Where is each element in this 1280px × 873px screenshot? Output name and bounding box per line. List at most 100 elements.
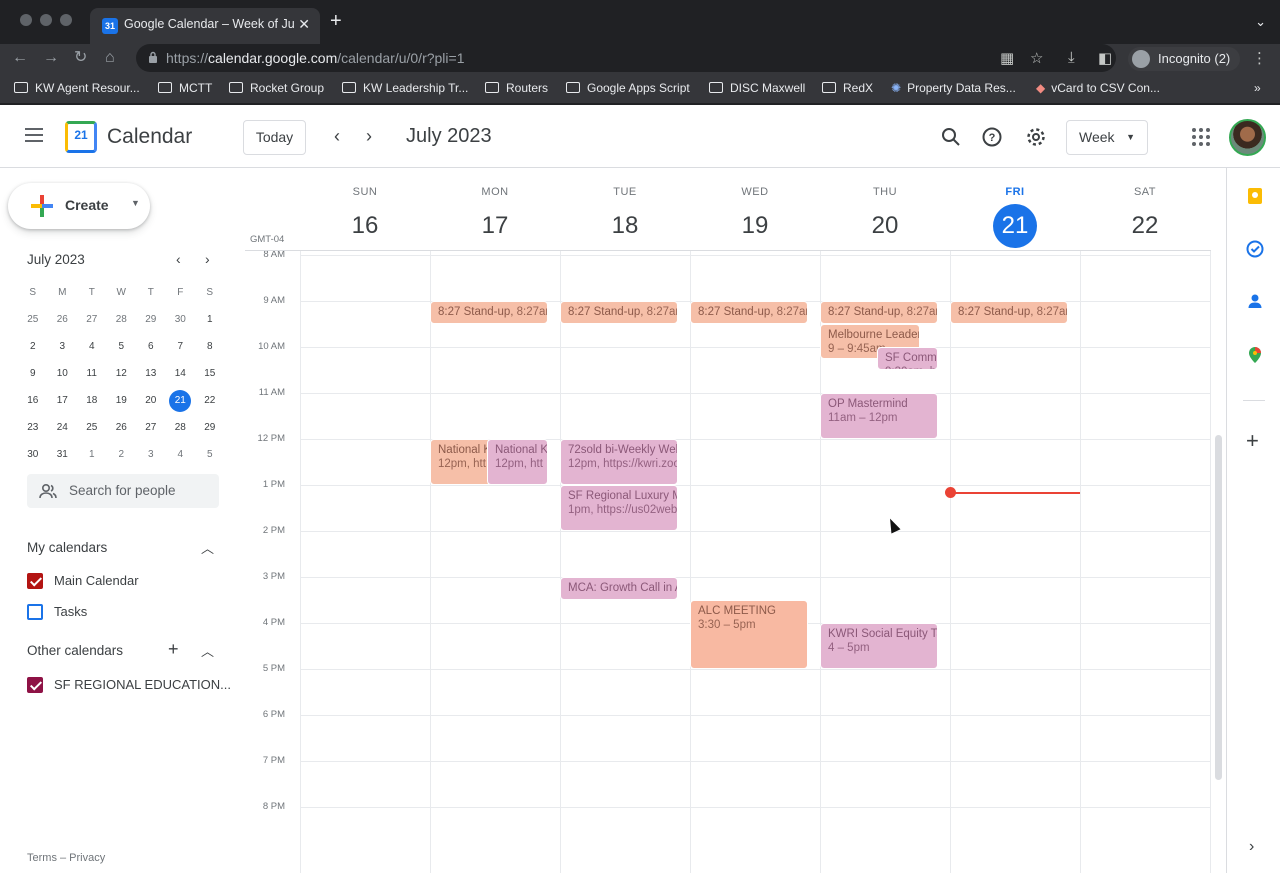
help-icon[interactable]: ? — [981, 126, 1003, 148]
mini-day-cell[interactable]: 1 — [195, 306, 225, 333]
checkbox-main-calendar[interactable] — [27, 573, 43, 589]
mini-day-cell[interactable]: 4 — [166, 441, 196, 468]
mini-day-cell[interactable]: 24 — [48, 414, 78, 441]
mini-day-cell[interactable]: 30 — [166, 306, 196, 333]
calendar-event[interactable]: SF Comm... 9:30am, h... — [877, 347, 938, 370]
mini-day-cell[interactable]: 4 — [77, 333, 107, 360]
search-icon[interactable] — [940, 126, 962, 148]
incognito-badge[interactable]: Incognito (2) — [1128, 47, 1241, 71]
side-panel-icon[interactable]: ◧ — [1098, 49, 1112, 67]
view-switcher-button[interactable]: Week ▼ — [1066, 120, 1148, 155]
day-number[interactable]: 22 — [1080, 204, 1210, 248]
get-addons-plus-icon[interactable]: + — [1246, 430, 1259, 452]
week-grid[interactable]: 7 AM8 AM9 AM10 AM11 AM12 PM1 PM2 PM3 PM4… — [245, 250, 1211, 873]
checkbox-sf-regional[interactable] — [27, 677, 43, 693]
mini-day-cell[interactable]: 25 — [18, 306, 48, 333]
main-menu-icon[interactable] — [25, 128, 43, 142]
calendar-event[interactable]: ALC MEETING 3:30 – 5pm — [690, 600, 808, 669]
bookmark-item[interactable]: KW Agent Resour... — [14, 81, 140, 95]
day-number[interactable]: 16 — [300, 204, 430, 248]
day-header-sun[interactable]: SUN 16 — [300, 175, 430, 248]
collapse-chevron-icon[interactable]: ︿ — [201, 538, 214, 557]
mini-day-cell[interactable]: 7 — [166, 333, 196, 360]
mini-day-cell[interactable]: 17 — [48, 387, 78, 414]
mini-day-cell[interactable]: 2 — [18, 333, 48, 360]
day-header-sat[interactable]: SAT 22 — [1080, 175, 1210, 248]
day-number[interactable]: 18 — [560, 204, 690, 248]
mini-day-cell[interactable]: 29 — [136, 306, 166, 333]
mini-day-cell[interactable]: 26 — [107, 414, 137, 441]
mini-day-cell[interactable]: 3 — [48, 333, 78, 360]
settings-gear-icon[interactable] — [1025, 126, 1047, 148]
account-avatar[interactable] — [1229, 119, 1266, 156]
calendar-event[interactable]: 8:27 Stand-up, 8:27am — [820, 301, 938, 324]
browser-menu-icon[interactable]: ⋮ — [1252, 49, 1267, 67]
mini-day-cell[interactable]: 5 — [107, 333, 137, 360]
maps-pin-icon[interactable] — [1246, 346, 1264, 364]
mini-day-cell[interactable]: 21 — [166, 387, 196, 414]
collapse-chevron-icon[interactable]: ︿ — [201, 641, 214, 660]
day-number[interactable]: 21 — [950, 204, 1080, 248]
calendar-event[interactable]: SF Regional Luxury Meeting 1pm, https://u… — [560, 485, 678, 531]
bookmark-item[interactable]: ✺ Property Data Res... — [891, 81, 1016, 95]
other-calendars-heading[interactable]: Other calendars — [27, 643, 123, 658]
mini-day-cell[interactable]: 16 — [18, 387, 48, 414]
next-week-icon[interactable]: › — [366, 125, 372, 147]
day-number[interactable]: 19 — [690, 204, 820, 248]
mini-day-cell[interactable]: 11 — [77, 360, 107, 387]
calendar-logo-icon[interactable]: 21 — [65, 121, 97, 153]
tasks-icon[interactable] — [1246, 240, 1264, 258]
calendar-event[interactable]: MCA: Growth Call in A — [560, 577, 678, 600]
mini-day-cell[interactable]: 3 — [136, 441, 166, 468]
bookmarks-more-icon[interactable]: » — [1254, 81, 1261, 95]
calendar-event[interactable]: 8:27 Stand-up, 8:27am — [950, 301, 1068, 324]
mini-day-cell[interactable]: 18 — [77, 387, 107, 414]
mini-day-cell[interactable]: 10 — [48, 360, 78, 387]
bookmark-item[interactable]: Rocket Group — [229, 81, 324, 95]
bookmark-item[interactable]: MCTT — [158, 81, 212, 95]
bookmark-item[interactable]: Google Apps Script — [566, 81, 690, 95]
mini-day-cell[interactable]: 6 — [136, 333, 166, 360]
mini-day-cell[interactable]: 31 — [48, 441, 78, 468]
bookmark-item[interactable]: ◆ vCard to CSV Con... — [1036, 81, 1160, 95]
contacts-icon[interactable] — [1246, 292, 1264, 310]
bookmark-item[interactable]: DISC Maxwell — [709, 81, 805, 95]
google-apps-icon[interactable] — [1192, 128, 1210, 146]
back-icon[interactable]: ← — [12, 48, 28, 68]
grid-scrollbar[interactable] — [1215, 435, 1222, 780]
day-header-wed[interactable]: WED 19 — [690, 175, 820, 248]
day-header-mon[interactable]: MON 17 — [430, 175, 560, 248]
bookmark-star-icon[interactable]: ☆ — [1030, 49, 1043, 67]
mini-day-cell[interactable]: 27 — [136, 414, 166, 441]
day-header-fri[interactable]: FRI 21 — [950, 175, 1080, 248]
mini-day-cell[interactable]: 26 — [48, 306, 78, 333]
window-minimize-button[interactable] — [40, 14, 52, 26]
terms-privacy-links[interactable]: Terms – Privacy — [27, 852, 105, 864]
window-zoom-button[interactable] — [60, 14, 72, 26]
checkbox-tasks[interactable] — [27, 604, 43, 620]
bookmark-item[interactable]: KW Leadership Tr... — [342, 81, 468, 95]
mini-prev-month-icon[interactable]: ‹ — [176, 251, 181, 267]
mini-day-cell[interactable]: 9 — [18, 360, 48, 387]
mini-day-cell[interactable]: 28 — [166, 414, 196, 441]
calendar-event[interactable]: 8:27 Stand-up, 8:27am — [430, 301, 548, 324]
calendar-event[interactable]: OP Mastermind 11am – 12pm — [820, 393, 938, 439]
mini-day-cell[interactable]: 19 — [107, 387, 137, 414]
calendar-event[interactable]: 72sold bi-Weekly Webinar 12pm, https://kw… — [560, 439, 678, 485]
bookmark-item[interactable]: RedX — [822, 81, 873, 95]
tab-search-chevron-icon[interactable]: ⌄ — [1255, 14, 1266, 30]
mini-day-cell[interactable]: 8 — [195, 333, 225, 360]
day-number[interactable]: 17 — [430, 204, 560, 248]
mini-day-cell[interactable]: 25 — [77, 414, 107, 441]
calendar-event[interactable]: National K 12pm, htt — [430, 439, 491, 485]
day-header-thu[interactable]: THU 20 — [820, 175, 950, 248]
mini-day-cell[interactable]: 29 — [195, 414, 225, 441]
today-button[interactable]: Today — [243, 120, 306, 155]
qr-code-icon[interactable]: ▦ — [1000, 49, 1014, 67]
home-icon[interactable]: ⌂ — [105, 48, 115, 68]
mini-day-cell[interactable]: 5 — [195, 441, 225, 468]
mini-day-cell[interactable]: 12 — [107, 360, 137, 387]
tab-close-icon[interactable]: ✕ — [298, 16, 310, 33]
window-close-button[interactable] — [20, 14, 32, 26]
create-button[interactable]: Create ▼ — [8, 183, 150, 229]
